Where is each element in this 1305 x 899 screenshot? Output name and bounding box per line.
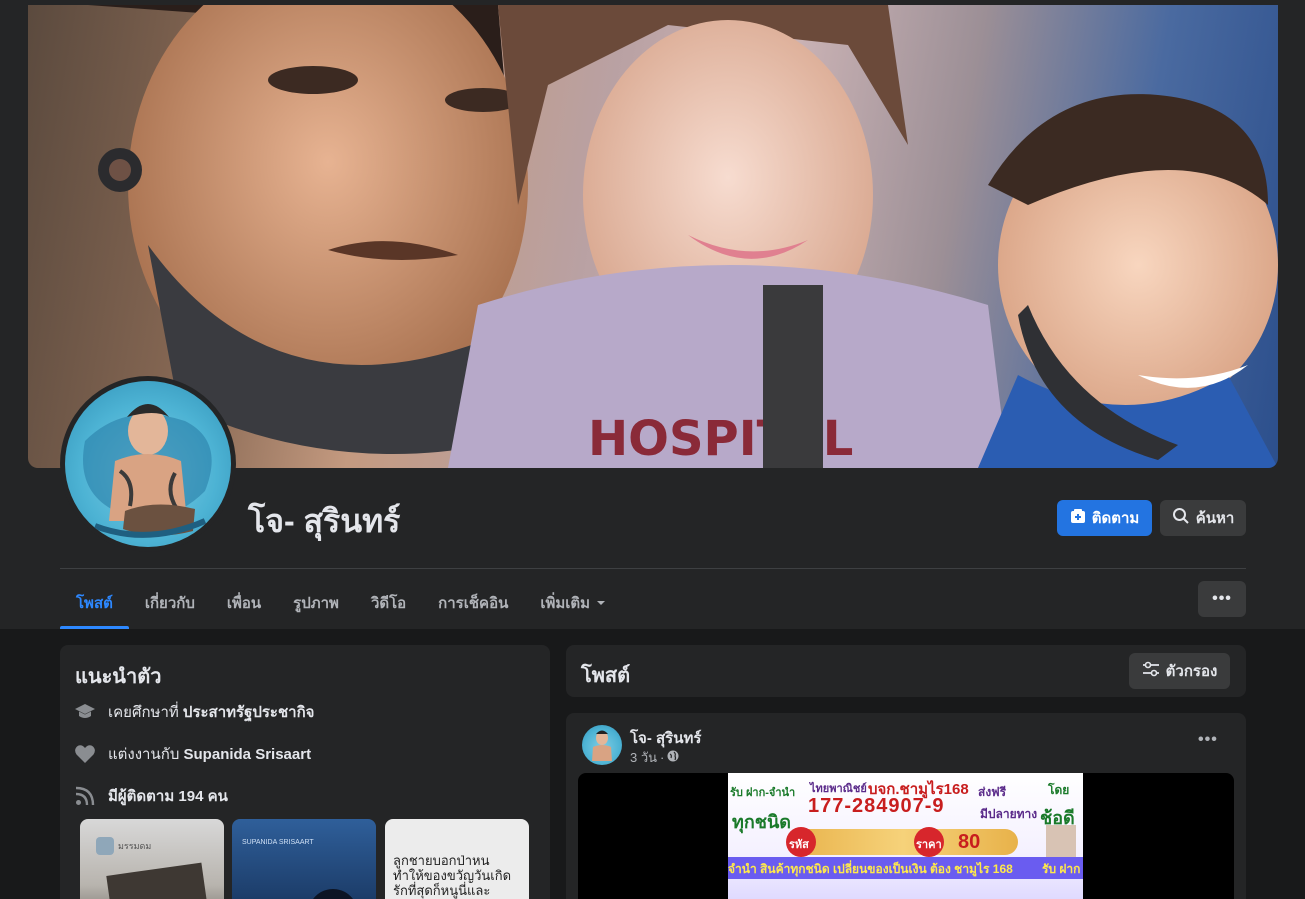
- ellipsis-icon: •••: [1212, 590, 1232, 607]
- ad-text: 177-284907-9: [808, 795, 945, 817]
- post-time[interactable]: 3 วัน: [630, 747, 657, 768]
- cover-illustration: HOSPITAL: [28, 5, 1278, 468]
- follow-button[interactable]: ติดตาม: [1057, 500, 1152, 536]
- profile-header: HOSPITAL โจ- สุรินทร์ ติดตาม ค้นหา โพสต์…: [0, 0, 1305, 629]
- globe-icon: [667, 750, 679, 765]
- post-card: โจ- สุรินทร์ 3 วัน · ••• รับ ฝาก-จำนำ ไท…: [566, 713, 1246, 899]
- tab-label: วิดีโอ: [370, 594, 407, 612]
- featured-caption: SUPANIDA SRISAART: [242, 839, 314, 846]
- post-meta: 3 วัน ·: [630, 747, 679, 768]
- featured-caption: มรรมดม: [118, 841, 152, 851]
- profile-avatar[interactable]: [60, 376, 236, 552]
- posts-title: โพสต์: [581, 665, 631, 687]
- search-icon: [1172, 507, 1190, 529]
- profile-name: โจ- สุรินทร์: [248, 503, 401, 539]
- ad-image: รับ ฝาก-จำนำ ไทยพาณิชย์ บจก.ชามูไร168 ส่…: [728, 773, 1083, 899]
- search-button[interactable]: ค้นหา: [1160, 500, 1246, 536]
- tab-videos[interactable]: วิดีโอ: [355, 576, 422, 629]
- tab-label: รูปภาพ: [293, 594, 339, 612]
- follow-icon: [1070, 508, 1086, 528]
- education-prefix: เคยศึกษาที่: [108, 704, 183, 721]
- caret-down-icon: [596, 594, 606, 611]
- tab-label: โพสต์: [76, 594, 113, 612]
- search-label: ค้นหา: [1195, 510, 1235, 527]
- post-options-button[interactable]: •••: [1198, 731, 1218, 749]
- featured-item[interactable]: มรรมดม: [80, 819, 224, 899]
- posts-header-card: โพสต์ ตัวกรอง: [566, 645, 1246, 697]
- cover-photo[interactable]: HOSPITAL: [28, 5, 1278, 468]
- graduation-cap-icon: [74, 701, 96, 723]
- ellipsis-icon: •••: [1198, 731, 1218, 748]
- ad-text: รหัส: [789, 839, 809, 851]
- education-school-link[interactable]: ประสาทรัฐประชากิจ: [183, 704, 315, 721]
- more-options-button[interactable]: •••: [1198, 581, 1246, 617]
- post-author-avatar[interactable]: [582, 725, 622, 765]
- ad-person-photo: [1046, 825, 1076, 857]
- meta-separator: ·: [660, 750, 665, 765]
- relationship-partner-link[interactable]: Supanida Srisaart: [184, 746, 312, 763]
- heart-icon: [74, 743, 96, 765]
- ad-text: ทุกชนิด: [732, 812, 791, 832]
- intro-title: แนะนำตัว: [75, 666, 162, 688]
- ad-text: จำนำ สินค้าทุกชนิด เปลี่ยนของเป็นเงิน ต้…: [728, 862, 1013, 876]
- featured-photo: [106, 862, 210, 899]
- tab-label: เกี่ยวกับ: [144, 594, 195, 612]
- tab-checkins[interactable]: การเช็คอิน: [422, 576, 524, 629]
- tab-more[interactable]: เพิ่มเติม: [524, 576, 622, 629]
- tab-friends[interactable]: เพื่อน: [211, 576, 277, 629]
- intro-card: แนะนำตัว เคยศึกษาที่ ประสาทรัฐประชากิจ แ…: [60, 645, 550, 899]
- rss-icon: [74, 785, 96, 807]
- followers-count-link[interactable]: มีผู้ติดตาม 194 คน: [108, 784, 228, 808]
- featured-thumb-icon: [96, 837, 114, 855]
- follow-label: ติดตาม: [1091, 510, 1140, 527]
- filter-button[interactable]: ตัวกรอง: [1129, 653, 1230, 689]
- ad-text: โดย: [1048, 783, 1070, 797]
- featured-item[interactable]: SUPANIDA SRISAART: [232, 819, 376, 899]
- relationship-prefix: แต่งงานกับ: [108, 746, 184, 763]
- ad-text: มีปลายทาง: [980, 807, 1038, 821]
- featured-caption: ลูกชายบอกป่าหน ทำให้ของขวัญวันเกิด รักที…: [393, 853, 512, 898]
- ad-price-banner: [788, 829, 1018, 855]
- ad-text: 80: [958, 831, 981, 853]
- header-divider: [60, 568, 1246, 569]
- tab-about[interactable]: เกี่ยวกับ: [129, 576, 211, 629]
- intro-followers: มีผู้ติดตาม 194 คน: [74, 784, 228, 808]
- ad-text: รับ ฝาก-จำนำ: [730, 787, 796, 799]
- ad-text: รับ ฝาก: [1042, 862, 1081, 876]
- ad-text: ส่งฟรี: [978, 785, 1007, 799]
- tab-photos[interactable]: รูปภาพ: [277, 576, 355, 629]
- tab-label: เพื่อน: [226, 594, 262, 612]
- tab-label: เพิ่มเติม: [540, 594, 591, 612]
- filter-icon: [1142, 661, 1160, 681]
- tab-posts[interactable]: โพสต์: [60, 576, 129, 629]
- ad-text: ราคา: [916, 839, 942, 851]
- filter-label: ตัวกรอง: [1165, 663, 1218, 680]
- tab-label: การเช็คอิน: [438, 594, 509, 612]
- profile-tabs: โพสต์ เกี่ยวกับ เพื่อน รูปภาพ วิดีโอ การ…: [60, 576, 622, 629]
- post-media[interactable]: รับ ฝาก-จำนำ ไทยพาณิชย์ บจก.ชามูไร168 ส่…: [578, 773, 1234, 899]
- featured-item[interactable]: ลูกชายบอกป่าหน ทำให้ของขวัญวันเกิด รักที…: [385, 819, 529, 899]
- intro-relationship: แต่งงานกับ Supanida Srisaart: [74, 742, 311, 766]
- featured-photo: [308, 889, 358, 899]
- avatar-image: [65, 381, 231, 547]
- intro-education: เคยศึกษาที่ ประสาทรัฐประชากิจ: [74, 700, 314, 724]
